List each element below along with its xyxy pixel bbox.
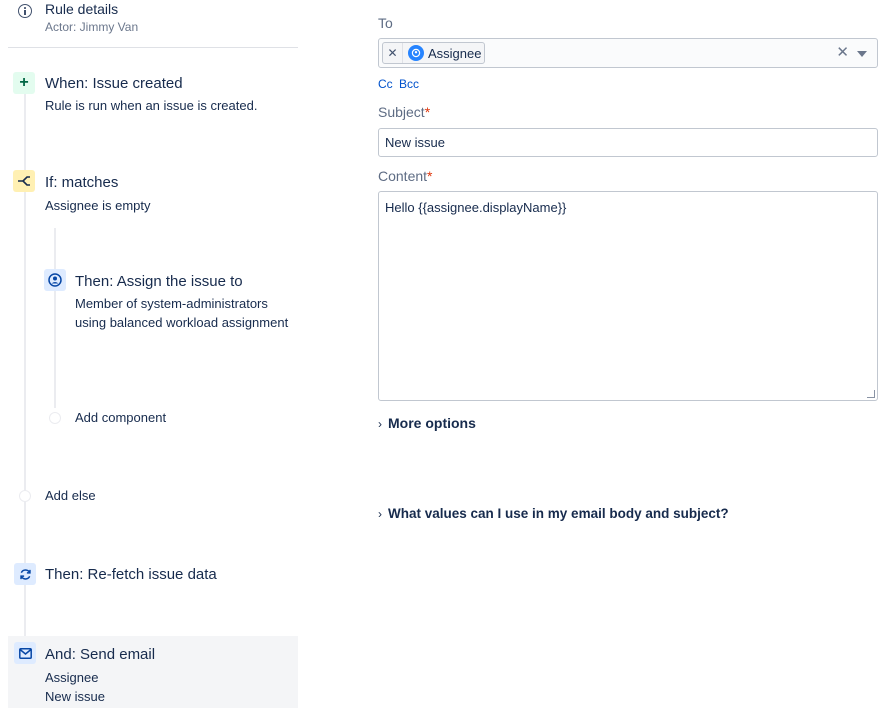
more-options-toggle[interactable]: › More options xyxy=(378,415,476,431)
component-description: Assignee is empty xyxy=(45,198,151,213)
remove-chip-icon[interactable]: ✕ xyxy=(383,43,403,63)
plus-icon: + xyxy=(13,72,35,94)
info-icon xyxy=(18,4,32,18)
add-component-dot xyxy=(49,412,61,424)
component-when-issue-created[interactable]: + When: Issue created Rule is run when a… xyxy=(0,70,300,120)
component-description: Rule is run when an issue is created. xyxy=(45,98,258,113)
rule-actor: Actor: Jimmy Van xyxy=(45,20,139,34)
chevron-right-icon: › xyxy=(378,507,382,521)
component-if-matches[interactable]: If: matches Assignee is empty xyxy=(0,170,300,220)
component-description: Member of system-administrators using ba… xyxy=(75,296,289,330)
to-recipients-field[interactable]: ✕ Assignee ✕ xyxy=(378,38,878,68)
bcc-link[interactable]: Bcc xyxy=(399,77,419,91)
component-then-refetch[interactable]: Then: Re-fetch issue data xyxy=(0,562,300,588)
rule-details-title: Rule details xyxy=(45,1,119,17)
component-title: When: Issue created xyxy=(45,75,183,92)
rule-component-panel: Rule details Actor: Jimmy Van + When: Is… xyxy=(0,0,310,708)
add-else-button[interactable]: Add else xyxy=(0,484,300,508)
add-else-label: Add else xyxy=(45,488,96,503)
cc-link[interactable]: Cc xyxy=(378,77,393,91)
send-email-form: To ✕ Assignee ✕ Cc Bcc Subject* New issu… xyxy=(378,0,878,708)
resize-handle-icon[interactable] xyxy=(867,390,875,398)
assignee-avatar-icon xyxy=(408,45,424,61)
email-values-help-label: What values can I use in my email body a… xyxy=(388,506,729,521)
to-label: To xyxy=(378,15,393,31)
required-marker: * xyxy=(427,168,433,184)
required-marker: * xyxy=(424,104,431,120)
email-values-help-toggle[interactable]: › What values can I use in my email body … xyxy=(378,506,729,521)
content-label: Content* xyxy=(378,168,433,184)
chevron-down-icon[interactable] xyxy=(857,51,867,57)
branch-icon xyxy=(13,170,35,192)
panel-divider xyxy=(8,47,298,48)
subject-input[interactable]: New issue xyxy=(378,128,878,157)
recipient-chip-label: Assignee xyxy=(428,45,482,61)
component-title: Then: Assign the issue to xyxy=(75,273,243,290)
content-textarea[interactable]: Hello {{assignee.displayName}} xyxy=(378,191,878,401)
component-title: And: Send email xyxy=(45,646,156,663)
content-text: Hello {{assignee.displayName}} xyxy=(385,200,567,215)
chevron-right-icon: › xyxy=(378,417,382,431)
more-options-label: More options xyxy=(388,415,476,431)
component-title: Then: Re-fetch issue data xyxy=(45,566,217,583)
add-else-dot xyxy=(19,490,31,502)
subject-label-text: Subject xyxy=(378,104,425,120)
envelope-icon xyxy=(14,642,36,664)
refresh-icon xyxy=(14,563,36,585)
add-component-button[interactable]: Add component xyxy=(0,406,300,430)
component-send-email[interactable]: And: Send email Assignee New issue xyxy=(8,642,298,708)
user-icon xyxy=(44,269,66,291)
cc-bcc-links: Cc Bcc xyxy=(378,77,422,91)
component-title: If: matches xyxy=(45,174,119,191)
recipient-chip: ✕ Assignee xyxy=(382,42,485,64)
component-description: Assignee xyxy=(45,670,99,685)
add-component-label: Add component xyxy=(75,410,167,425)
subject-label: Subject* xyxy=(378,104,430,120)
component-then-assign-issue[interactable]: Then: Assign the issue to Member of syst… xyxy=(0,268,300,358)
component-description: New issue xyxy=(45,689,105,704)
clear-icon[interactable]: ✕ xyxy=(836,45,849,60)
content-label-text: Content xyxy=(378,168,428,184)
